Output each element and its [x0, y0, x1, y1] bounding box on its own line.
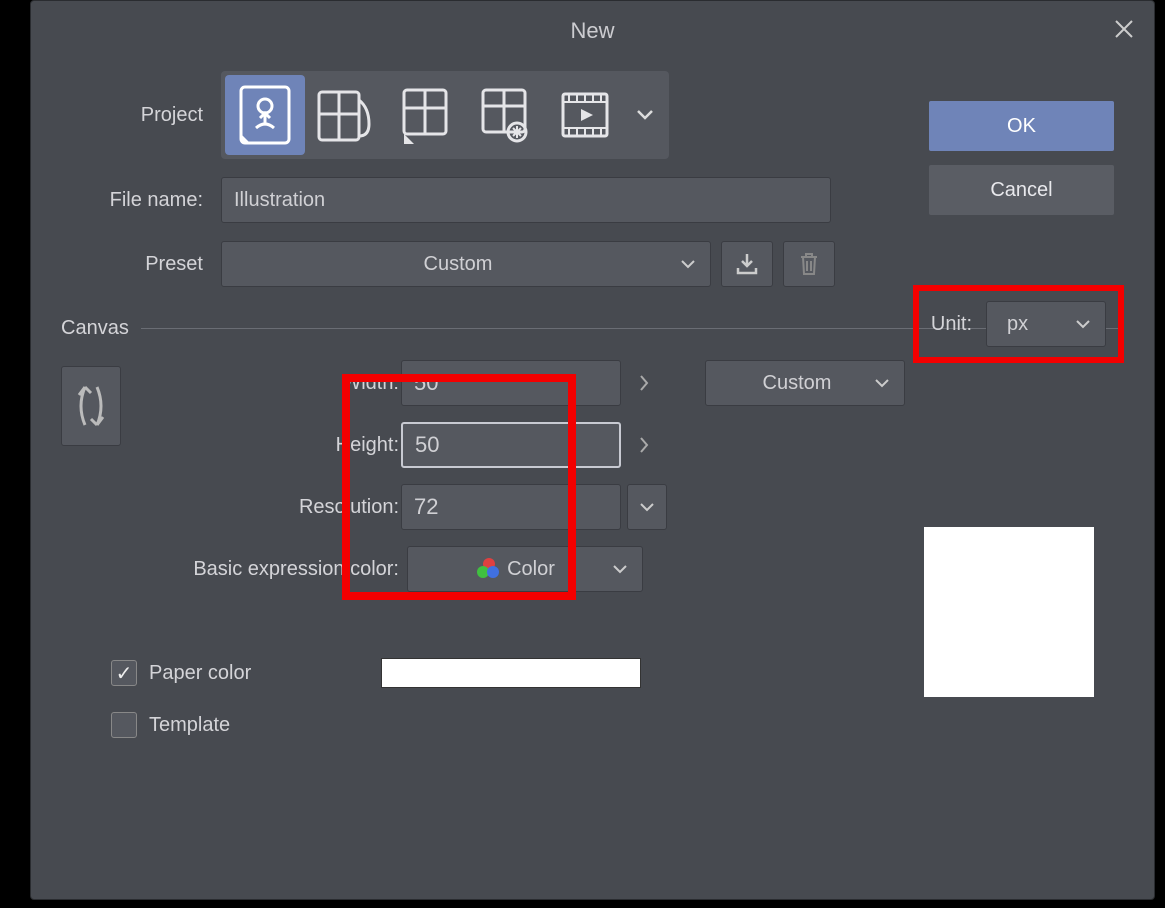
chevron-right-icon: [638, 374, 650, 392]
basic-expr-label: Basic expression color:: [151, 558, 401, 581]
tab-illustration[interactable]: [225, 75, 305, 155]
width-input[interactable]: [401, 360, 621, 406]
new-dialog: New OK Cancel Project: [30, 0, 1155, 900]
chevron-down-icon: [639, 502, 655, 512]
width-link-arrow[interactable]: [627, 360, 661, 406]
download-icon: [734, 251, 760, 277]
canvas-label: Canvas: [61, 317, 129, 340]
preset-dropdown[interactable]: Custom: [221, 241, 711, 287]
chevron-down-icon: [636, 109, 654, 121]
trash-icon: [798, 251, 820, 277]
tab-comic[interactable]: [305, 75, 385, 155]
save-preset-button[interactable]: [721, 241, 773, 287]
height-input[interactable]: [401, 422, 621, 468]
ok-label: OK: [1007, 115, 1036, 138]
template-checkbox[interactable]: [111, 712, 137, 738]
project-type-tabs: [221, 71, 669, 159]
action-buttons: OK Cancel: [929, 101, 1114, 229]
ok-button[interactable]: OK: [929, 101, 1114, 151]
unit-value: px: [1001, 313, 1075, 336]
resolution-label: Resolution:: [151, 496, 401, 519]
illustration-icon: [238, 84, 292, 146]
rgb-icon: [479, 560, 497, 578]
paper-color-swatch[interactable]: [381, 658, 641, 688]
unit-dropdown[interactable]: px: [986, 301, 1106, 347]
chevron-down-icon: [612, 564, 628, 574]
filename-input[interactable]: [221, 177, 831, 223]
dialog-title: New: [570, 18, 614, 44]
chevron-down-icon: [1075, 319, 1091, 329]
height-link-arrow[interactable]: [627, 422, 661, 468]
close-icon: [1114, 19, 1134, 39]
filename-label: File name:: [61, 189, 221, 212]
size-preset-dropdown[interactable]: Custom: [705, 360, 905, 406]
height-label: Height:: [151, 434, 401, 457]
swap-dimensions-button[interactable]: [61, 366, 121, 446]
animation-icon: [557, 84, 613, 146]
project-label: Project: [61, 104, 221, 127]
resolution-dropdown-button[interactable]: [627, 484, 667, 530]
titlebar: New: [31, 1, 1154, 61]
size-preset-value: Custom: [720, 372, 874, 395]
color-mode-dropdown[interactable]: Color: [407, 546, 643, 592]
delete-preset-button[interactable]: [783, 241, 835, 287]
unit-group: Unit: px: [913, 285, 1124, 363]
tab-webtoon[interactable]: [385, 75, 465, 155]
paper-color-checkbox[interactable]: ✓: [111, 660, 137, 686]
chevron-right-icon: [638, 436, 650, 454]
cancel-button[interactable]: Cancel: [929, 165, 1114, 215]
swap-arrows-icon: [73, 379, 109, 433]
webtoon-icon: [398, 84, 452, 146]
unit-label: Unit:: [931, 313, 972, 336]
resolution-input[interactable]: [401, 484, 621, 530]
preset-label: Preset: [61, 253, 221, 276]
preset-value: Custom: [236, 253, 680, 276]
width-label: Width:: [151, 372, 401, 395]
cancel-label: Cancel: [990, 179, 1052, 202]
template-label: Template: [149, 714, 230, 737]
project-tabs-more[interactable]: [625, 109, 665, 121]
chevron-down-icon: [680, 259, 696, 269]
tab-print[interactable]: [465, 75, 545, 155]
color-mode-value: Color: [507, 558, 555, 581]
print-icon: [477, 84, 533, 146]
paper-color-label: Paper color: [149, 662, 251, 685]
comic-icon: [315, 84, 375, 146]
canvas-preview: [924, 527, 1094, 697]
tab-animation[interactable]: [545, 75, 625, 155]
chevron-down-icon: [874, 378, 890, 388]
close-button[interactable]: [1104, 9, 1144, 49]
